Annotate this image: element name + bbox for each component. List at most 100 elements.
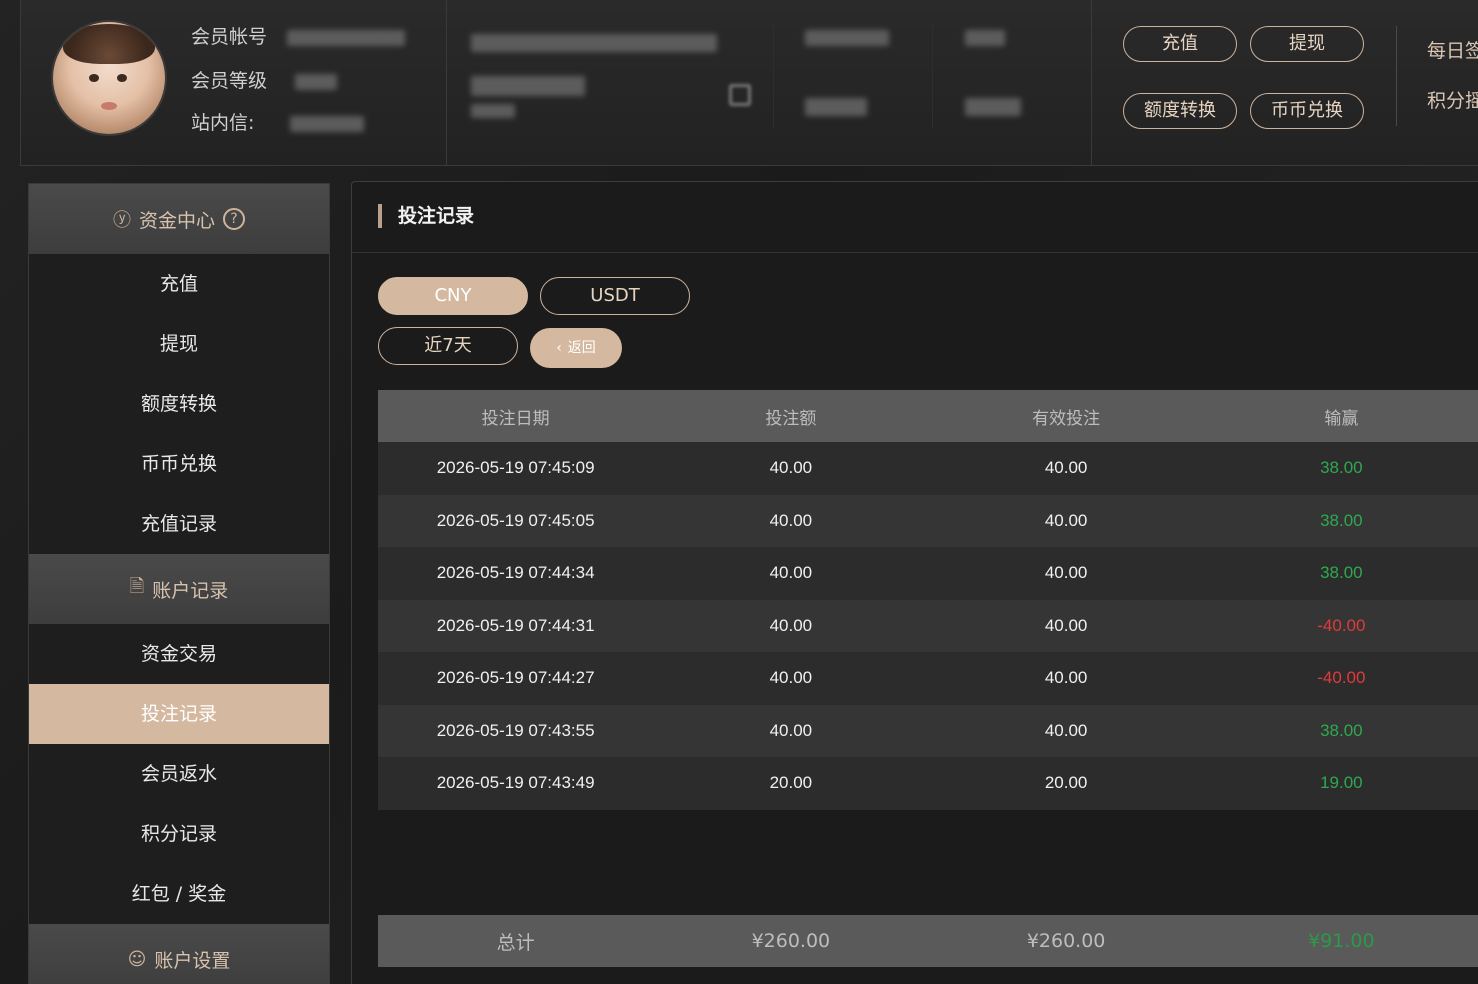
back-label: 返回 [567, 340, 596, 356]
cell-amount: 40.00 [769, 510, 813, 530]
bet-records-table: 投注日期 投注额 有效投注 输赢 2026-05-19 07:45:09 40.0… [378, 390, 1478, 810]
sidebar-section-label: 账户记录 [152, 579, 229, 602]
total-label: 总计 [496, 931, 535, 954]
avatar[interactable] [53, 22, 165, 134]
balance-label-blurred [805, 30, 889, 46]
wallet-address-blurred [471, 34, 717, 52]
table-header: 投注日期 投注额 有效投注 输赢 [378, 390, 1478, 442]
daily-sign-link[interactable]: 每日签 [1427, 36, 1478, 63]
back-button[interactable]: ‹ 返回 [530, 328, 622, 368]
cell-date: 2026-05-19 07:44:34 [436, 563, 595, 583]
wallet-line2-blurred [471, 104, 515, 118]
cell-date: 2026-05-19 07:43:49 [436, 773, 595, 793]
table-footer: 总计 ¥260.00 ¥260.00 ¥91.00 [378, 915, 1478, 967]
table-row: 2026-05-19 07:45:05 40.00 40.00 38.00 [378, 494, 1478, 547]
table-body: 2026-05-19 07:45:09 40.00 40.00 38.00 2026-0… [378, 442, 1478, 810]
cell-win: 19.00 [1320, 773, 1363, 793]
sidebar-item-deposit[interactable]: 充值 [29, 254, 329, 314]
sidebar-item-transfer[interactable]: 额度转换 [29, 374, 329, 434]
sidebar-item-bet-records[interactable]: 投注记录 [29, 684, 329, 744]
cell-valid: 40.00 [1044, 615, 1088, 635]
title-divider [352, 252, 1478, 253]
sidebar-item-deposit-records[interactable]: 充值记录 [29, 494, 329, 554]
sidebar-item-bonus[interactable]: 红包 / 奖金 [29, 864, 329, 924]
table-row: 2026-05-19 07:45:09 40.00 40.00 38.00 [378, 442, 1478, 495]
cell-win: 38.00 [1320, 563, 1363, 583]
total-valid: ¥260.00 [1026, 930, 1106, 952]
cell-win: -40.00 [1317, 615, 1366, 635]
sidebar-section-funds[interactable]: ⓨ 资金中心 ? [29, 184, 329, 254]
withdraw-button[interactable]: 提现 [1250, 26, 1364, 62]
cell-win: 38.00 [1320, 510, 1363, 530]
sidebar-item-rebate[interactable]: 会员返水 [29, 744, 329, 804]
account-value-blurred [287, 29, 406, 46]
cell-amount: 40.00 [769, 563, 813, 583]
chevron-left-icon: ‹ [556, 340, 562, 356]
tab-usdt[interactable]: USDT [540, 277, 690, 315]
message-count-blurred [290, 115, 365, 132]
cell-date: 2026-05-19 07:45:05 [436, 510, 595, 530]
cell-amount: 40.00 [769, 720, 813, 740]
table-row: 2026-05-19 07:44:31 40.00 40.00 -40.00 [378, 599, 1478, 652]
app-frame: 会员帐号 会员等级 站内信: 充值 提现 额度转换 币币兑换 每日签 积分摇 ⓨ… [0, 0, 1478, 984]
account-label: 会员帐号 [191, 26, 268, 48]
table-row: 2026-05-19 07:43:55 40.00 40.00 38.00 [378, 704, 1478, 757]
yen-coin-icon: ⓨ [112, 210, 131, 231]
cell-valid: 40.00 [1044, 458, 1088, 478]
help-icon[interactable]: ? [223, 208, 245, 230]
user-card-icon: ☺ [127, 948, 147, 970]
table-row: 2026-05-19 07:44:27 40.00 40.00 -40.00 [378, 652, 1478, 705]
level-row: 会员等级 [191, 66, 338, 93]
sidebar-item-withdraw[interactable]: 提现 [29, 314, 329, 374]
sidebar-item-points-records[interactable]: 积分记录 [29, 804, 329, 864]
cell-amount: 40.00 [769, 458, 813, 478]
cell-valid: 40.00 [1044, 720, 1088, 740]
cell-valid: 40.00 [1044, 563, 1088, 583]
sidebar-item-exchange[interactable]: 币币兑换 [29, 434, 329, 494]
cell-valid: 40.00 [1044, 668, 1088, 688]
total-amount: ¥260.00 [751, 930, 831, 952]
tab-cny[interactable]: CNY [378, 277, 528, 315]
total-win: ¥91.00 [1308, 930, 1375, 952]
col-header-date: 投注日期 [481, 408, 550, 429]
header-divider-2 [1091, 0, 1092, 166]
exchange-button[interactable]: 币币兑换 [1250, 93, 1364, 129]
points-label-blurred [965, 30, 1005, 46]
copy-icon[interactable] [729, 84, 751, 106]
sidebar-section-account-records[interactable]: 🗎 账户记录 [29, 554, 329, 624]
sidebar-section-account-settings[interactable]: ☺ 账户设置 [29, 924, 329, 984]
table-row: 2026-05-19 07:44:34 40.00 40.00 38.00 [378, 547, 1478, 600]
sidebar-item-transactions[interactable]: 资金交易 [29, 624, 329, 684]
col-header-valid: 有效投注 [1032, 408, 1101, 429]
deposit-button[interactable]: 充值 [1123, 26, 1237, 62]
record-icon: 🗎 [129, 576, 145, 597]
message-row[interactable]: 站内信: [191, 108, 365, 135]
page-title: 投注记录 [378, 204, 474, 228]
cell-win: 38.00 [1320, 458, 1363, 478]
points-link[interactable]: 积分摇 [1427, 86, 1478, 113]
points-value-blurred [965, 98, 1021, 116]
transfer-button[interactable]: 额度转换 [1123, 93, 1237, 129]
table-row: 2026-05-19 07:43:49 20.00 20.00 19.00 [378, 757, 1478, 810]
col-header-win: 输赢 [1324, 408, 1359, 429]
cell-amount: 20.00 [769, 773, 813, 793]
cell-valid: 40.00 [1044, 510, 1088, 530]
header-divider [446, 0, 447, 166]
sidebar: ⓨ 资金中心 ? 充值 提现 额度转换 币币兑换 充值记录 🗎 账户记录 资金交… [28, 183, 330, 984]
sidebar-section-label: 账户设置 [154, 949, 231, 972]
balance-value-blurred [805, 98, 867, 116]
cell-win: -40.00 [1317, 668, 1366, 688]
level-label: 会员等级 [191, 70, 268, 92]
bet-records-panel: 投注记录 CNY USDT 近7天 ‹ 返回 投注日期 投注额 有效投注 输赢 2… [351, 181, 1478, 984]
cell-amount: 40.00 [769, 668, 813, 688]
cell-date: 2026-05-19 07:43:55 [436, 720, 595, 740]
account-row: 会员帐号 [191, 22, 406, 49]
cell-date: 2026-05-19 07:44:27 [436, 668, 595, 688]
cell-amount: 40.00 [769, 615, 813, 635]
cell-win: 38.00 [1320, 720, 1363, 740]
cell-valid: 20.00 [1044, 773, 1088, 793]
date-range-select[interactable]: 近7天 [378, 327, 518, 365]
user-header: 会员帐号 会员等级 站内信: 充值 提现 额度转换 币币兑换 每日签 积分摇 [20, 0, 1478, 166]
level-value-blurred [295, 73, 338, 90]
cell-date: 2026-05-19 07:45:09 [436, 458, 595, 478]
